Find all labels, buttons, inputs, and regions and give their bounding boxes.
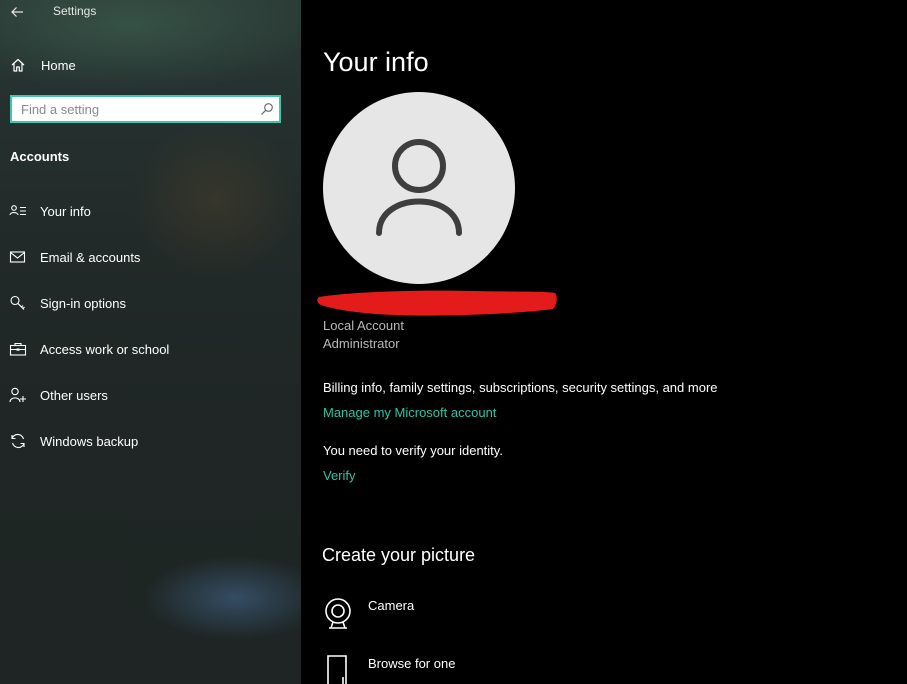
manage-microsoft-account-link[interactable]: Manage my Microsoft account <box>323 405 496 420</box>
browse-option[interactable]: Browse for one <box>323 655 623 684</box>
back-arrow-icon <box>11 7 23 17</box>
page-title: Your info <box>323 47 429 77</box>
home-icon <box>11 58 25 72</box>
avatar <box>323 92 515 284</box>
sidebar-item-access-work-school[interactable]: Access work or school <box>0 334 301 364</box>
search-box[interactable] <box>10 95 281 123</box>
sync-icon <box>11 433 25 449</box>
app-title: Settings <box>53 4 97 18</box>
sidebar-item-sign-in-options[interactable]: Sign-in options <box>0 288 301 318</box>
sidebar: Settings Home Accounts Your info <box>0 0 301 684</box>
account-type-text: Local Account <box>323 318 404 333</box>
billing-info-text: Billing info, family settings, subscript… <box>323 380 718 395</box>
camera-option-label: Camera <box>368 598 415 613</box>
sidebar-item-email-accounts[interactable]: Email & accounts <box>0 242 301 272</box>
verify-link[interactable]: Verify <box>323 468 356 483</box>
home-nav-item[interactable]: Home <box>0 53 301 79</box>
sidebar-item-your-info[interactable]: Your info <box>0 196 301 226</box>
key-icon <box>10 295 25 310</box>
contact-card-icon <box>9 205 26 216</box>
mail-icon <box>9 251 26 263</box>
create-picture-heading: Create your picture <box>322 545 476 565</box>
back-button[interactable] <box>8 2 28 22</box>
sidebar-item-label: Your info <box>40 204 91 219</box>
sidebar-item-label: Access work or school <box>40 342 170 357</box>
redaction-mark <box>317 290 557 316</box>
add-person-icon <box>9 387 26 403</box>
camera-option[interactable]: Camera <box>323 596 623 636</box>
user-silhouette-icon <box>376 139 462 236</box>
title-bar: Settings <box>0 0 301 24</box>
sidebar-item-label: Windows backup <box>40 434 139 449</box>
section-title-accounts: Accounts <box>10 149 70 164</box>
settings-window: Settings Home Accounts Your info <box>0 0 907 684</box>
sidebar-item-label: Sign-in options <box>40 296 126 311</box>
account-role-text: Administrator <box>323 336 400 351</box>
sidebar-item-label: Email & accounts <box>40 250 141 265</box>
sidebar-item-label: Other users <box>40 388 108 403</box>
browse-option-label: Browse for one <box>368 656 456 671</box>
verify-identity-text: You need to verify your identity. <box>323 443 503 458</box>
home-label: Home <box>41 58 76 73</box>
briefcase-icon <box>9 342 27 356</box>
camera-icon <box>325 598 351 629</box>
sidebar-item-windows-backup[interactable]: Windows backup <box>0 426 301 456</box>
main-content: Your info Local Account Administrator Bi… <box>301 0 907 684</box>
sidebar-item-other-users[interactable]: Other users <box>0 380 301 410</box>
search-icon[interactable] <box>260 102 274 116</box>
browse-file-icon <box>327 655 347 684</box>
search-input[interactable] <box>12 97 261 121</box>
